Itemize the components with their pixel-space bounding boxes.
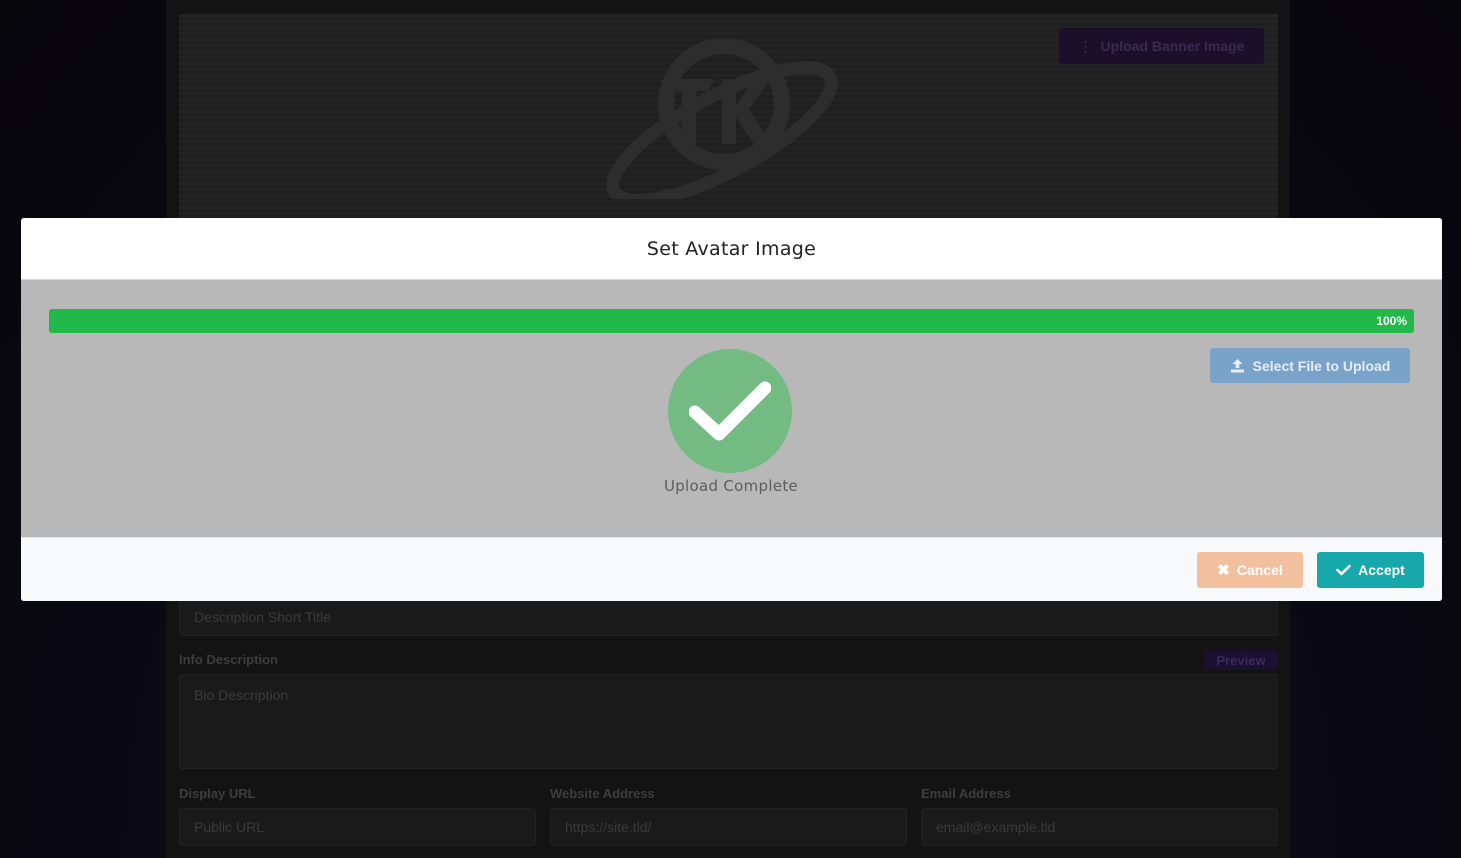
check-icon [1336,564,1351,576]
upload-status-text: Upload Complete [663,477,799,495]
close-icon: ✖ [1217,562,1230,579]
check-icon [689,381,771,441]
cancel-button[interactable]: ✖ Cancel [1197,552,1303,588]
select-file-label: Select File to Upload [1252,357,1391,374]
modal-title: Set Avatar Image [646,237,817,260]
accept-button[interactable]: Accept [1317,552,1424,588]
accept-label: Accept [1358,562,1405,578]
progress-percent: 100% [1376,314,1407,328]
upload-icon [1230,359,1244,373]
check-circle-icon [668,349,792,473]
set-avatar-modal: Set Avatar Image 100% Select File to Upl… [21,218,1442,601]
upload-progress-bar: 100% [49,309,1414,333]
select-file-button[interactable]: Select File to Upload [1210,348,1410,383]
modal-header: Set Avatar Image [21,218,1442,280]
cancel-label: Cancel [1236,562,1283,578]
modal-body: 100% Select File to Upload Upload Comple… [21,280,1442,537]
modal-footer: ✖ Cancel Accept [21,537,1442,601]
